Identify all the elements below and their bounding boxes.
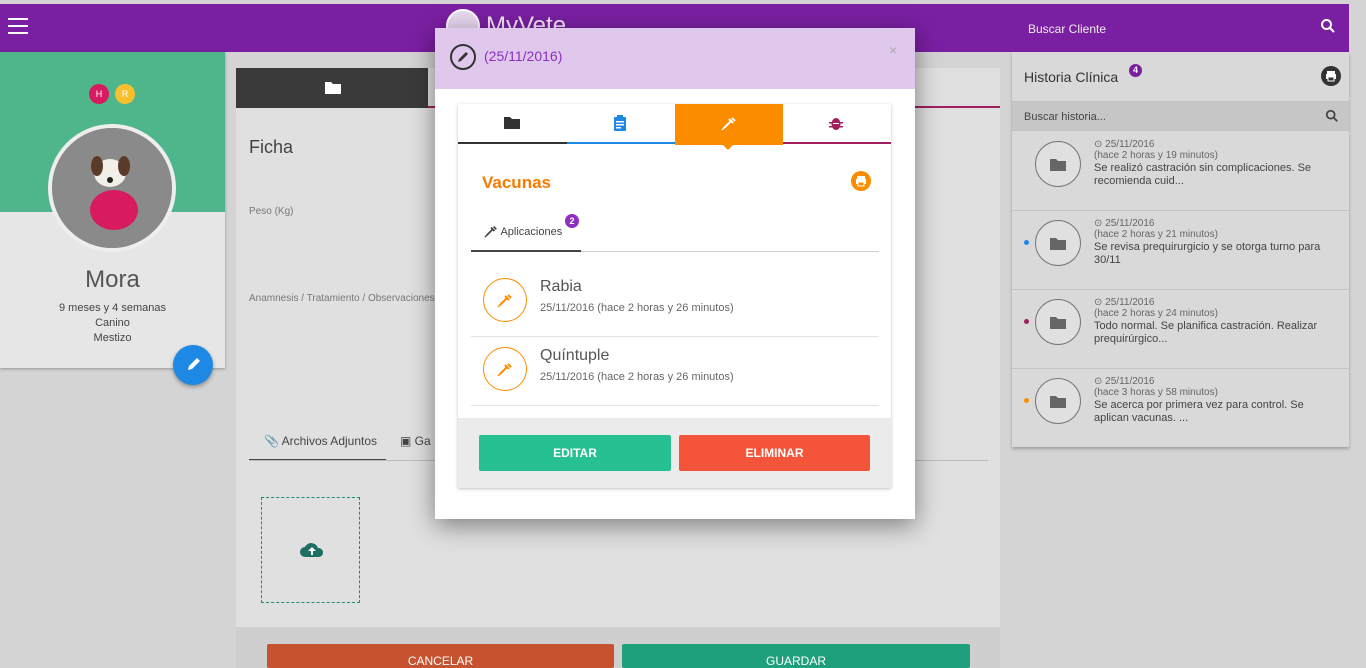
tab-clipboard[interactable]	[567, 104, 675, 144]
print-icon[interactable]	[851, 171, 871, 191]
syringe-icon	[721, 117, 736, 131]
folder-icon	[1050, 396, 1066, 408]
tab-ficha[interactable]	[458, 104, 567, 144]
historia-entry[interactable]: ⊙ 25/11/2016 (hace 2 horas y 21 minutos)…	[1012, 211, 1349, 290]
save-button[interactable]: GUARDAR	[622, 644, 970, 668]
syringe-icon	[497, 363, 512, 377]
entry-text: Se revisa prequirurgicio y se otorga tur…	[1094, 241, 1321, 266]
client-search-input[interactable]: Buscar Cliente	[1028, 22, 1106, 36]
vacuna-name: Quíntuple	[540, 347, 610, 364]
folder-avatar	[1035, 378, 1081, 424]
entry-text: Se acerca por primera vez para control. …	[1094, 399, 1304, 424]
edit-button[interactable]: EDITAR	[479, 435, 671, 471]
tab-parasitos[interactable]	[783, 104, 891, 144]
entry-date: ⊙ 25/11/2016	[1094, 139, 1155, 150]
pet-avatar	[48, 124, 176, 252]
pet-name: Mora	[85, 266, 140, 293]
entry-ago: (hace 2 horas y 19 minutos)	[1094, 150, 1218, 161]
vacuna-name: Rabia	[540, 278, 582, 295]
entry-text: Todo normal. Se planifica castración. Re…	[1094, 320, 1318, 345]
folder-icon	[325, 82, 341, 94]
syringe-icon	[484, 226, 497, 238]
folder-avatar	[1035, 299, 1081, 345]
historia-entry[interactable]: ⊙ 25/11/2016 (hace 3 horas y 58 minutos)…	[1012, 369, 1349, 448]
pet-age: 9 meses y 4 semanas	[59, 302, 166, 314]
status-dot	[1024, 319, 1029, 324]
pet-species: Canino	[95, 317, 130, 329]
entry-date: ⊙ 25/11/2016	[1094, 376, 1155, 387]
print-icon[interactable]	[1321, 66, 1341, 86]
modal-title: (25/11/2016)	[484, 48, 563, 64]
historia-search-input[interactable]: Buscar historia...	[1024, 111, 1106, 123]
delete-button[interactable]: ELIMINAR	[679, 435, 870, 471]
bug-icon	[829, 118, 843, 130]
vaccine-avatar	[483, 347, 527, 391]
historia-entry[interactable]: ⊙ 25/11/2016 (hace 2 horas y 24 minutos)…	[1012, 290, 1349, 369]
section-title: Vacunas	[482, 173, 551, 192]
tab-indicator-line	[471, 250, 581, 252]
edit-patient-button[interactable]	[173, 345, 213, 385]
file-upload-dropzone[interactable]	[261, 497, 360, 603]
vacuna-list-item[interactable]: Quíntuple 25/11/2016 (hace 2 horas y 26 …	[471, 337, 879, 406]
folder-icon	[1050, 159, 1066, 171]
folder-icon	[1050, 238, 1066, 250]
entry-date: ⊙ 25/11/2016	[1094, 297, 1155, 308]
cancel-button[interactable]: CANCELAR	[267, 644, 614, 668]
ficha-title: Ficha	[249, 137, 294, 157]
aplicaciones-count-badge: 2	[565, 214, 579, 228]
search-icon[interactable]	[1320, 18, 1336, 34]
pet-breed: Mestizo	[93, 332, 132, 344]
pencil-icon	[450, 44, 476, 70]
pencil-icon	[188, 358, 200, 370]
active-tab-arrow	[722, 144, 734, 150]
vacuna-date: 25/11/2016 (hace 2 horas y 26 minutos)	[540, 302, 734, 314]
entry-ago: (hace 2 horas y 21 minutos)	[1094, 229, 1218, 240]
status-dot	[1024, 240, 1029, 245]
vacuna-date: 25/11/2016 (hace 2 horas y 26 minutos)	[540, 371, 734, 383]
cloud-upload-icon	[300, 543, 324, 557]
search-icon[interactable]	[1325, 109, 1339, 123]
entry-ago: (hace 2 horas y 24 minutos)	[1094, 308, 1218, 319]
folder-avatar	[1035, 141, 1081, 187]
patient-tag-r[interactable]: R	[115, 84, 135, 104]
tab-archivos-adjuntos[interactable]: 📎 Archivos Adjuntos	[264, 434, 377, 448]
historia-entry[interactable]: ⊙ 25/11/2016 (hace 2 horas y 19 minutos)…	[1012, 132, 1349, 211]
entry-date: ⊙ 25/11/2016	[1094, 218, 1155, 229]
entry-text: Se realizó castración sin complicaciones…	[1094, 162, 1312, 187]
peso-field[interactable]: Peso (Kg)	[249, 206, 293, 217]
vaccine-avatar	[483, 278, 527, 322]
anamnesis-field[interactable]: Anamnesis / Tratamiento / Observaciones	[249, 293, 435, 304]
tab-ficha[interactable]	[236, 68, 428, 108]
folder-icon	[1050, 317, 1066, 329]
tab-vacunas[interactable]	[675, 104, 783, 145]
historia-title: Historia Clínica	[1024, 69, 1119, 85]
tab-aplicaciones[interactable]: Aplicaciones	[484, 224, 562, 238]
tab-galeria[interactable]: ▣ Ga	[400, 434, 431, 448]
syringe-icon	[497, 294, 512, 308]
vacuna-list-item[interactable]: Rabia 25/11/2016 (hace 2 horas y 26 minu…	[471, 268, 879, 337]
hamburger-menu-icon[interactable]	[8, 18, 28, 34]
entry-ago: (hace 3 horas y 58 minutos)	[1094, 387, 1218, 398]
status-dot	[1024, 398, 1029, 403]
close-icon[interactable]: ×	[889, 42, 897, 58]
clipboard-icon	[614, 115, 626, 131]
patient-tag-h[interactable]: H	[89, 84, 109, 104]
folder-avatar	[1035, 220, 1081, 266]
historia-count-badge: 4	[1129, 64, 1142, 77]
folder-icon	[504, 117, 520, 129]
